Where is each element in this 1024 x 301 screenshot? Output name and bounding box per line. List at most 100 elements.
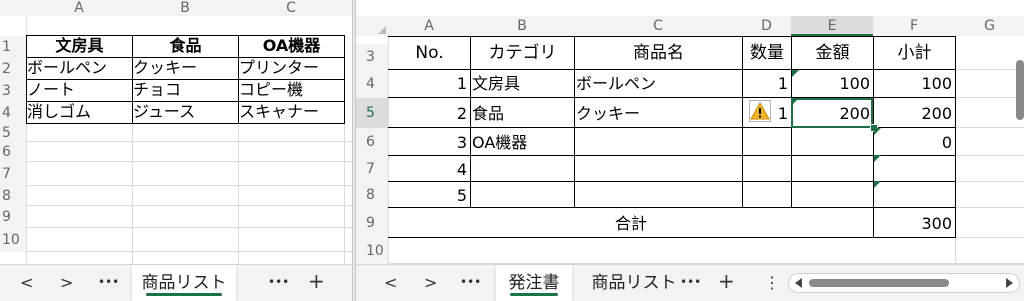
header-category[interactable]: カテゴリ bbox=[471, 40, 574, 66]
add-sheet-button[interactable]: + bbox=[308, 269, 325, 293]
row-header-9[interactable]: 9 bbox=[0, 206, 26, 228]
header-qty[interactable]: 数量 bbox=[743, 40, 791, 66]
more-options-button[interactable]: ••• bbox=[680, 275, 701, 289]
cell-c3[interactable]: コピー機 bbox=[239, 79, 344, 101]
cell-category-1[interactable]: 文房具 bbox=[472, 73, 574, 97]
row-header-1[interactable]: 1 bbox=[0, 36, 26, 58]
cell-category-2[interactable]: 食品 bbox=[472, 103, 574, 127]
active-tab-underline bbox=[146, 293, 222, 296]
cell-a1[interactable]: 文房具 bbox=[27, 35, 132, 57]
cell-amount-1[interactable]: 100 bbox=[792, 73, 870, 97]
row-header-6[interactable]: 6 bbox=[356, 128, 388, 156]
col-header-c[interactable]: C bbox=[238, 0, 344, 16]
error-indicator-icon bbox=[792, 70, 799, 77]
header-no[interactable]: No. bbox=[389, 40, 470, 66]
row-header-4[interactable]: 4 bbox=[0, 102, 26, 124]
scroll-left-icon[interactable] bbox=[795, 278, 802, 288]
cell-subtotal-3[interactable]: 0 bbox=[874, 132, 952, 156]
tab-label: 発注書 bbox=[508, 273, 560, 293]
row-header-3[interactable]: 3 bbox=[0, 80, 26, 102]
more-sheets-button[interactable]: ••• bbox=[98, 275, 119, 289]
row-header-5[interactable]: 5 bbox=[0, 124, 26, 142]
cell-c1[interactable]: OA機器 bbox=[239, 35, 344, 57]
col-header-e[interactable]: E bbox=[791, 16, 873, 36]
row-header-8[interactable]: 8 bbox=[356, 182, 388, 208]
left-sheet-tab-bar: < > ••• 商品リスト ••• + bbox=[0, 264, 352, 301]
cell-amount-2[interactable]: 200 bbox=[792, 103, 870, 127]
cell-b2[interactable]: クッキー bbox=[133, 57, 238, 79]
cell-no-1[interactable]: 1 bbox=[389, 73, 467, 97]
tab-shohin-list[interactable]: 商品リスト bbox=[584, 265, 684, 301]
col-header-a[interactable]: A bbox=[388, 16, 470, 36]
prev-sheet-button[interactable]: < bbox=[20, 273, 33, 292]
cell-b3[interactable]: チョコ bbox=[133, 79, 238, 101]
left-sheet-pane: A B C 1 2 3 4 5 6 7 8 9 10 文房具 食品 OA機器 ボ… bbox=[0, 0, 352, 301]
row-header-6[interactable]: 6 bbox=[0, 142, 26, 162]
cell-qty-1[interactable]: 1 bbox=[743, 73, 788, 97]
col-header-g[interactable]: G bbox=[955, 16, 1024, 36]
col-header-a[interactable]: A bbox=[26, 0, 132, 16]
row-header-8[interactable]: 8 bbox=[0, 186, 26, 206]
cell-product-1[interactable]: ボールペン bbox=[576, 73, 742, 97]
row-header-5[interactable]: 5 bbox=[356, 98, 388, 128]
next-sheet-button[interactable]: > bbox=[60, 273, 73, 292]
header-product[interactable]: 商品名 bbox=[575, 40, 742, 66]
cell-category-3[interactable]: OA機器 bbox=[472, 132, 574, 156]
horizontal-scrollbar-thumb[interactable] bbox=[809, 279, 949, 287]
row-header-10[interactable]: 10 bbox=[356, 238, 388, 264]
tab-options-icon[interactable]: ⋮ bbox=[764, 273, 780, 292]
cell-subtotal-1[interactable]: 100 bbox=[874, 73, 952, 97]
right-sheet-tab-bar: < > ••• 発注書 商品リスト ••• + ⋮ bbox=[356, 264, 1024, 301]
more-sheets-button[interactable]: ••• bbox=[460, 275, 481, 289]
cell-c2[interactable]: プリンター bbox=[239, 57, 344, 79]
col-header-d[interactable] bbox=[344, 0, 352, 16]
row-header-7[interactable]: 7 bbox=[356, 156, 388, 182]
tab-hacchusho[interactable]: 発注書 bbox=[496, 265, 572, 301]
warning-icon[interactable] bbox=[749, 100, 771, 122]
prev-sheet-button[interactable]: < bbox=[384, 273, 397, 292]
header-amount[interactable]: 金額 bbox=[792, 40, 873, 66]
row-header-10[interactable]: 10 bbox=[0, 228, 26, 252]
cell-a3[interactable]: ノート bbox=[27, 79, 132, 101]
col-header-c[interactable]: C bbox=[574, 16, 742, 36]
col-header-d[interactable]: D bbox=[742, 16, 791, 36]
total-value[interactable]: 300 bbox=[874, 213, 952, 237]
error-indicator-icon bbox=[792, 98, 799, 105]
vertical-scrollbar-thumb[interactable] bbox=[1016, 60, 1024, 120]
select-all-button[interactable] bbox=[0, 0, 26, 16]
row-header-3[interactable]: 3 bbox=[356, 44, 388, 70]
cell-no-3[interactable]: 3 bbox=[389, 132, 467, 156]
row-header-7[interactable]: 7 bbox=[0, 162, 26, 186]
error-indicator-icon bbox=[874, 128, 881, 135]
header-subtotal[interactable]: 小計 bbox=[874, 40, 955, 66]
tab-shohin-list[interactable]: 商品リスト bbox=[132, 265, 236, 301]
cell-b4[interactable]: ジュース bbox=[133, 101, 238, 123]
cell-qty-2[interactable]: 1 bbox=[771, 103, 788, 127]
col-header-b[interactable]: B bbox=[132, 0, 238, 16]
cell-a4[interactable]: 消しゴム bbox=[27, 101, 132, 123]
cell-b1[interactable]: 食品 bbox=[133, 35, 238, 57]
cell-no-5[interactable]: 5 bbox=[389, 185, 467, 209]
cell-c4[interactable]: スキャナー bbox=[239, 101, 344, 123]
select-all-button[interactable] bbox=[356, 16, 388, 36]
cell-product-2[interactable]: クッキー bbox=[576, 103, 742, 127]
col-header-f[interactable]: F bbox=[873, 16, 955, 36]
row-header-4[interactable]: 4 bbox=[356, 70, 388, 98]
error-indicator-icon bbox=[874, 155, 881, 162]
tab-label: 商品リスト bbox=[591, 273, 677, 293]
add-sheet-button[interactable]: + bbox=[718, 269, 735, 293]
cell-subtotal-2[interactable]: 200 bbox=[874, 103, 952, 127]
right-sheet-pane: A B C D E F G 3 4 5 6 7 8 9 10 No. カテゴリ … bbox=[356, 0, 1024, 301]
row-header-9[interactable]: 9 bbox=[356, 208, 388, 238]
row-header-2[interactable]: 2 bbox=[0, 58, 26, 80]
cell-no-2[interactable]: 2 bbox=[389, 103, 467, 127]
cell-no-4[interactable]: 4 bbox=[389, 159, 467, 183]
total-label[interactable]: 合計 bbox=[389, 213, 873, 237]
next-sheet-button[interactable]: > bbox=[424, 273, 437, 292]
cell-a2[interactable]: ボールペン bbox=[27, 57, 132, 79]
more-options-button[interactable]: ••• bbox=[268, 275, 289, 289]
tab-label: 商品リスト bbox=[141, 273, 227, 293]
horizontal-scrollbar[interactable] bbox=[788, 273, 1020, 293]
scroll-right-icon[interactable] bbox=[1006, 278, 1013, 288]
col-header-b[interactable]: B bbox=[470, 16, 574, 36]
